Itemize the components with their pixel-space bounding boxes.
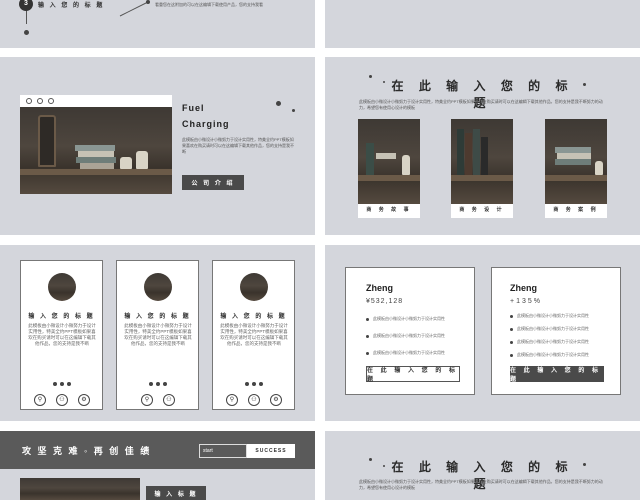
shelf-photo bbox=[20, 107, 172, 194]
card-avatar bbox=[144, 273, 172, 301]
gear-icon: ⚙ bbox=[78, 394, 90, 406]
slide-body-text: 此模板由小微设计小微努力于设计实用性，特美全约PPT模板如果喜欢在购买请时可以在… bbox=[359, 479, 603, 490]
card-title: 输 入 您 的 标 题 bbox=[220, 314, 287, 320]
user-icon: ⚇ bbox=[163, 394, 175, 406]
step-description: 看重您在这附加的可以在这编辑下载使用产品，您的支持我看 bbox=[155, 2, 263, 7]
window-dot-icon bbox=[37, 98, 43, 104]
stat-bullet: 此模板由小微设计小微努力于设计实用性 bbox=[510, 339, 589, 345]
card-text: 此模板由小微设计小微努力于设计实用性，特美全约PPT模板如果喜欢在购买请时可以在… bbox=[220, 323, 288, 346]
slide-2[interactable] bbox=[325, 0, 640, 48]
card-text: 此模板由小微设计小微努力于设计实用性，特美全约PPT模板如果喜欢在购买请时可以在… bbox=[124, 323, 192, 346]
slide-5[interactable]: 输 入 您 的 标 题 此模板由小微设计小微努力于设计实用性，特美全约PPT模板… bbox=[0, 245, 315, 421]
card-avatar bbox=[240, 273, 268, 301]
slide-title-line2: Charging bbox=[182, 119, 230, 129]
slide-1[interactable]: 3 输 入 您 的 标 题 看重您在这附加的可以在这编辑下载使用产品，您的支持我… bbox=[0, 0, 315, 48]
step-heading: 输 入 您 的 标 题 bbox=[38, 3, 105, 9]
connector-line-icon bbox=[119, 0, 150, 17]
stat-bullet: 此模板由小微设计小微努力于设计实用性 bbox=[510, 326, 589, 332]
stat-bullet: 此模板由小微设计小微努力于设计实用性 bbox=[366, 350, 445, 356]
stat-bullet: 此模板由小微设计小微努力于设计实用性 bbox=[510, 352, 589, 358]
connector-dot bbox=[24, 30, 29, 35]
card-avatar bbox=[48, 273, 76, 301]
stat-card-title: Zheng bbox=[366, 283, 393, 293]
bulb-icon: ⚲ bbox=[141, 394, 153, 406]
stat-bullet: 此模板由小微设计小微努力于设计实用性 bbox=[366, 316, 445, 322]
slide-body-text: 此模板由小微设计小微努力于设计实用性，特美全约PPT模板如果喜欢在购买请时可以在… bbox=[359, 99, 603, 110]
stat-bullet: 此模板由小微设计小微努力于设计实用性 bbox=[510, 313, 589, 319]
success-button[interactable]: SUCCESS bbox=[247, 444, 295, 458]
bulb-icon: ⚲ bbox=[226, 394, 238, 406]
gallery-photo-1 bbox=[358, 119, 420, 204]
slide-4[interactable]: 在 此 输 入 您 的 标 题 此模板由小微设计小微努力于设计实用性，特美全约P… bbox=[325, 57, 640, 235]
gallery-caption-3: 商 务 案 例 bbox=[545, 204, 607, 218]
accent-dot bbox=[369, 75, 372, 78]
accent-dot bbox=[292, 109, 295, 112]
window-dot-icon bbox=[48, 98, 54, 104]
stat-bullet: 此模板由小微设计小微努力于设计实用性 bbox=[366, 333, 445, 339]
gallery-photo-3 bbox=[545, 119, 607, 204]
accent-dot bbox=[583, 83, 586, 86]
feature-card[interactable]: 输 入 您 的 标 题 此模板由小微设计小微努力于设计实用性，特美全约PPT模板… bbox=[212, 260, 295, 410]
shelf-photo bbox=[20, 478, 140, 500]
feature-card[interactable]: 输 入 您 的 标 题 此模板由小微设计小微努力于设计实用性，特美全约PPT模板… bbox=[20, 260, 103, 410]
slide-body-text: 此模板由小微设计小微努力于设计实用性，特美全约PPT模板如果喜欢在购买请时可以在… bbox=[182, 137, 294, 154]
user-icon: ⚇ bbox=[248, 394, 260, 406]
gallery-caption-1: 商 务 故 事 bbox=[358, 204, 420, 218]
gallery-photo-2 bbox=[451, 119, 513, 204]
slide-6[interactable]: Zheng ¥532,128 此模板由小微设计小微努力于设计实用性 此模板由小微… bbox=[325, 245, 640, 421]
heading-text: 攻 坚 克 难 ◦ 再 创 佳 绩 bbox=[22, 446, 152, 456]
card-title: 输 入 您 的 标 题 bbox=[124, 314, 191, 320]
bulb-icon: ⚲ bbox=[34, 394, 46, 406]
company-intro-button[interactable]: 公 司 介 绍 bbox=[182, 175, 244, 190]
accent-dot bbox=[583, 463, 586, 466]
accent-dot bbox=[369, 458, 372, 461]
step-number-badge: 3 bbox=[19, 0, 33, 11]
card-text: 此模板由小微设计小微努力于设计实用性，特美全约PPT模板如果喜欢在购买请时可以在… bbox=[28, 323, 96, 346]
stat-card-right[interactable]: Zheng +135% 此模板由小微设计小微努力于设计实用性 此模板由小微设计小… bbox=[491, 267, 621, 395]
stat-card-button[interactable]: 在 此 输 入 您 的 标 题 bbox=[366, 366, 460, 383]
stat-card-value: +135% bbox=[510, 298, 542, 305]
stat-card-value: ¥532,128 bbox=[366, 298, 404, 305]
slide-8[interactable]: 在 此 输 入 您 的 标 题 此模板由小微设计小微努力于设计实用性，特美全约P… bbox=[325, 431, 640, 500]
start-input[interactable]: start bbox=[199, 444, 247, 458]
gear-icon: ⚙ bbox=[270, 394, 282, 406]
feature-card[interactable]: 输 入 您 的 标 题 此模板由小微设计小微努力于设计实用性，特美全约PPT模板… bbox=[116, 260, 199, 410]
input-title-button[interactable]: 输 入 标 题 bbox=[146, 486, 206, 500]
browser-window-frame bbox=[20, 95, 172, 107]
stat-card-title: Zheng bbox=[510, 283, 537, 293]
stat-card-left[interactable]: Zheng ¥532,128 此模板由小微设计小微努力于设计实用性 此模板由小微… bbox=[345, 267, 475, 395]
card-title: 输 入 您 的 标 题 bbox=[28, 314, 95, 320]
slide-7[interactable]: 攻 坚 克 难 ◦ 再 创 佳 绩 start SUCCESS 输 入 标 题 bbox=[0, 431, 315, 500]
accent-dot bbox=[276, 101, 281, 106]
slide-3[interactable]: Fuel Charging 此模板由小微设计小微努力于设计实用性，特美全约PPT… bbox=[0, 57, 315, 235]
user-icon: ⚇ bbox=[56, 394, 68, 406]
stat-card-button[interactable]: 在 此 输 入 您 的 标 题 bbox=[510, 366, 604, 383]
window-dot-icon bbox=[26, 98, 32, 104]
gallery-caption-2: 商 务 设 计 bbox=[451, 204, 513, 218]
slide-title-line1: Fuel bbox=[182, 103, 205, 113]
